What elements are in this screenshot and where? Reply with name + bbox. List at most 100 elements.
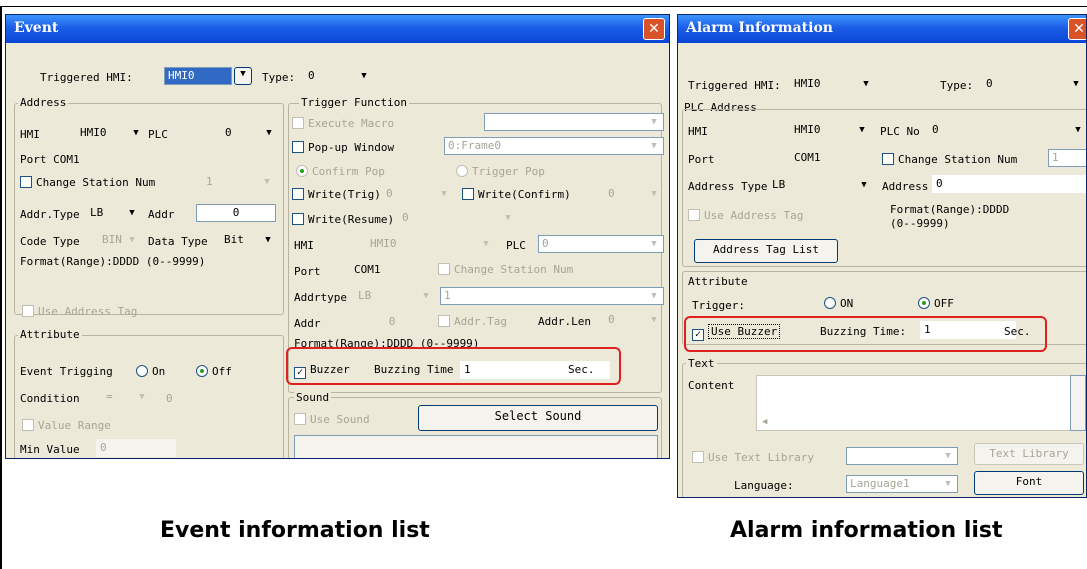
popup-window-checkbox[interactable]: Pop-up Window	[292, 141, 394, 154]
font-button[interactable]: Font	[974, 471, 1084, 495]
off-radio[interactable]: Off	[196, 365, 232, 378]
alarm-dialog: Alarm Information ✕ Triggered HMI: HMI0 ▼…	[677, 14, 1087, 498]
alarm-use-address-tag-checkbox: Use Address Tag	[688, 209, 803, 222]
plc-select[interactable]: 0 ▼	[221, 124, 279, 142]
radio-icon	[824, 297, 836, 309]
write-trig-checkbox[interactable]: Write(Trig)	[292, 188, 381, 201]
write-confirm-checkbox[interactable]: Write(Confirm)	[462, 188, 571, 201]
chevron-down-icon: ▼	[651, 189, 657, 199]
alarm-caption: Alarm information list	[730, 518, 1003, 543]
content-textarea[interactable]	[756, 375, 1086, 431]
confirm-pop-radio: Confirm Pop	[296, 165, 385, 178]
checkbox-icon	[462, 188, 474, 200]
type-label: Type:	[262, 71, 296, 84]
chevron-down-icon: ▼	[266, 128, 272, 138]
addr-type-select[interactable]: LB ▼	[86, 204, 142, 222]
address-type-label: Address Type	[688, 180, 768, 193]
alarm-attribute-group-label: Attribute	[686, 275, 750, 288]
macro-select: ▼	[484, 113, 664, 131]
change-station-checkbox[interactable]: Change Station Num	[20, 176, 155, 189]
address-group-label: Address	[18, 96, 69, 109]
data-type-select[interactable]: Bit ▼	[220, 231, 278, 249]
chevron-down-icon: ▼	[361, 71, 367, 81]
on-radio[interactable]: On	[136, 365, 165, 378]
chevron-down-icon: ▼	[651, 117, 657, 127]
chevron-down-icon: ▼	[139, 392, 145, 402]
content-scrollbar[interactable]	[1070, 375, 1086, 431]
checkbox-icon	[22, 419, 34, 431]
radio-icon	[456, 165, 468, 177]
alarm-titlebar[interactable]: Alarm Information ✕	[678, 15, 1086, 43]
plc-label: PLC	[148, 128, 168, 141]
attribute-group-label: Attribute	[18, 328, 82, 341]
text-library-select: ▼	[846, 447, 958, 465]
event-dialog: Event ✕ Triggered HMI: HMI0 ▼ Type: 0 ▼ A…	[5, 14, 670, 459]
hmi-select[interactable]: HMI0 ▼	[76, 124, 146, 142]
chevron-down-icon: ▼	[1075, 125, 1081, 135]
alarm-change-station-select: 1	[1048, 149, 1086, 167]
write-trig-select: 0 ▼	[382, 185, 454, 203]
chevron-down-icon: ▼	[441, 189, 447, 199]
checkbox-icon	[292, 117, 304, 129]
condition-select: = ▼	[102, 388, 152, 406]
checkbox-icon	[292, 213, 304, 225]
radio-icon	[196, 365, 208, 377]
alarm-hmi-select[interactable]: HMI0 ▼	[790, 121, 872, 139]
use-buzzer-highlight	[684, 316, 1047, 352]
alarm-change-station-checkbox[interactable]: Change Station Num	[882, 153, 1017, 166]
alarm-on-radio[interactable]: ON	[824, 297, 853, 310]
checkbox-icon	[438, 315, 450, 327]
select-sound-button[interactable]: Select Sound	[418, 405, 658, 431]
language-select: Language1 ▼	[846, 475, 958, 493]
hmi-label: HMI	[20, 128, 40, 141]
scroll-left-icon[interactable]: ◀	[762, 417, 767, 427]
alarm-triggered-hmi-label: Triggered HMI:	[688, 79, 781, 92]
addr-tag-checkbox: Addr.Tag	[438, 315, 507, 328]
write-confirm-select: 0 ▼	[604, 185, 664, 203]
alarm-port-label: Port	[688, 153, 715, 166]
alarm-off-radio[interactable]: OFF	[918, 297, 954, 310]
chevron-down-icon: ▼	[859, 125, 865, 135]
close-icon[interactable]: ✕	[643, 18, 665, 40]
trigger-hmi-label: HMI	[294, 239, 314, 252]
chevron-down-icon: ▼	[133, 128, 139, 138]
code-type-select: BIN ▼	[98, 231, 142, 249]
type-select[interactable]: 0 ▼	[304, 67, 374, 85]
checkbox-icon	[292, 141, 304, 153]
triggered-hmi-select[interactable]: HMI0	[164, 67, 232, 85]
addr-input[interactable]: 0	[196, 204, 276, 222]
addr-len-label: Addr.Len	[538, 315, 591, 328]
chevron-down-icon: ▼	[483, 239, 489, 249]
address-type-select[interactable]: LB ▼	[768, 176, 874, 194]
alarm-type-select[interactable]: 0 ▼	[982, 75, 1086, 93]
address-input[interactable]: 0	[932, 175, 1086, 193]
checkbox-icon	[294, 413, 306, 425]
checkbox-icon	[882, 153, 894, 165]
data-type-label: Data Type	[148, 235, 208, 248]
plc-no-select[interactable]: 0 ▼	[928, 121, 1086, 139]
checkbox-icon	[22, 305, 34, 317]
close-icon[interactable]: ✕	[1068, 18, 1086, 40]
checkbox-icon	[438, 263, 450, 275]
write-resume-checkbox[interactable]: Write(Resume)	[292, 213, 394, 226]
event-titlebar[interactable]: Event ✕	[6, 15, 669, 43]
alarm-trigger-label: Trigger:	[692, 299, 745, 312]
language-label: Language:	[734, 479, 794, 492]
radio-icon	[296, 165, 308, 177]
trigger-plc-label: PLC	[506, 239, 526, 252]
alarm-triggered-hmi-select[interactable]: HMI0 ▼	[790, 75, 876, 93]
radio-icon	[918, 297, 930, 309]
chevron-down-icon[interactable]: ▼	[234, 67, 252, 85]
trigger-plc-select: 0 ▼	[538, 235, 664, 253]
radio-icon	[136, 365, 148, 377]
address-tag-list-button[interactable]: Address Tag List	[694, 239, 838, 263]
trigger-hmi-select: HMI0 ▼	[366, 235, 496, 253]
condition-label: Condition	[20, 392, 80, 405]
trigger-addr-label: Addr	[294, 317, 321, 330]
use-text-library-checkbox: Use Text Library	[692, 451, 814, 464]
checkbox-icon	[292, 188, 304, 200]
execute-macro-checkbox: Execute Macro	[292, 117, 394, 130]
addr-len-select: 0 ▼	[604, 311, 664, 329]
chevron-down-icon: ▼	[651, 315, 657, 325]
alarm-format-range-values: (0--9999)	[890, 217, 950, 230]
